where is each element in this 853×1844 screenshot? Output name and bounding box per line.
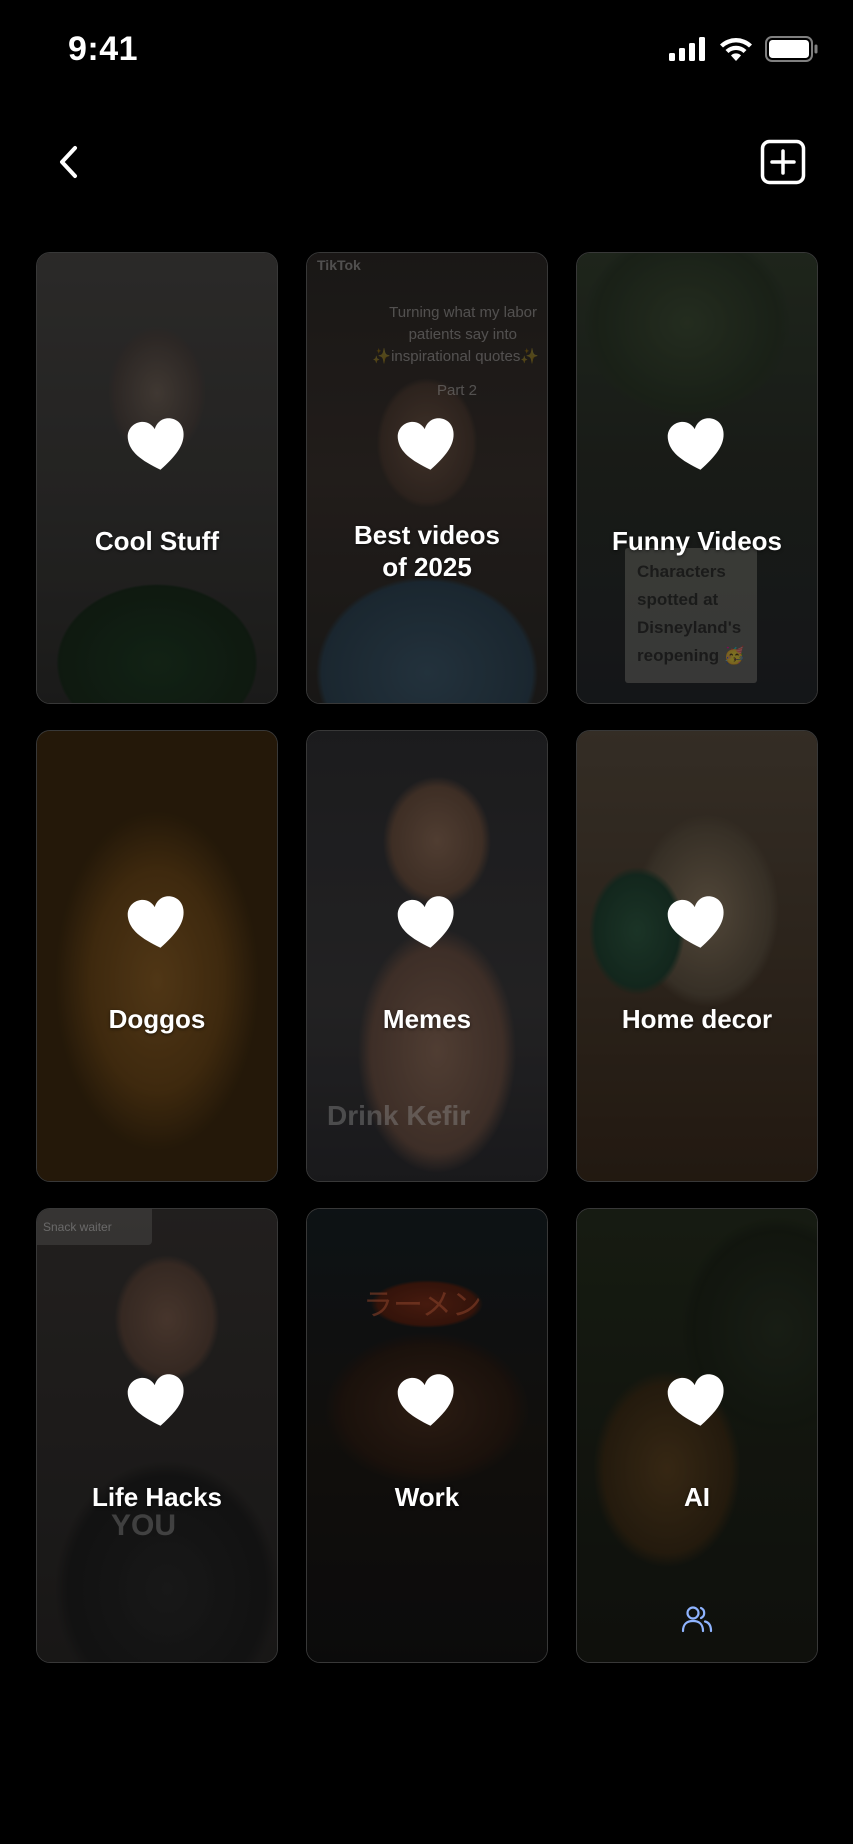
collection-card[interactable]: Characters spotted at Disneyland's reope… — [576, 252, 818, 704]
heart-icon — [667, 896, 724, 948]
collection-card[interactable]: Drink Kefir Memes — [306, 730, 548, 1182]
top-bar — [0, 130, 853, 200]
heart-icon — [397, 418, 454, 470]
collection-card[interactable]: AI — [576, 1208, 818, 1663]
back-button[interactable] — [44, 138, 92, 186]
chevron-left-icon — [60, 146, 77, 178]
plus-square-icon — [760, 139, 806, 185]
heart-icon — [397, 1374, 454, 1426]
heart-icon — [127, 896, 184, 948]
collection-label: AI — [684, 1482, 710, 1512]
wifi-icon — [720, 38, 752, 61]
collection-card[interactable]: Doggos — [36, 730, 278, 1182]
collection-label: Work — [394, 1482, 460, 1512]
shared-people-icon — [681, 1606, 713, 1633]
collection-card[interactable]: Cool Stuff — [36, 252, 278, 704]
collection-label: Funny Videos — [612, 526, 782, 556]
status-icons — [669, 36, 819, 62]
heart-icon — [667, 1374, 724, 1426]
collection-label: Doggos — [108, 1004, 206, 1034]
heart-icon — [667, 418, 724, 470]
status-bar: 9:41 — [0, 0, 853, 100]
heart-icon — [127, 418, 184, 470]
collection-card[interactable]: ラーメン Work — [306, 1208, 548, 1663]
collection-label: Cool Stuff — [94, 526, 220, 556]
heart-icon — [127, 1374, 184, 1426]
collection-label: Life Hacks — [91, 1482, 223, 1512]
collection-card[interactable]: Home decor — [576, 730, 818, 1182]
battery-icon — [765, 36, 818, 62]
collection-label: Memes — [382, 1004, 472, 1034]
add-collection-button[interactable] — [757, 136, 809, 188]
collection-label: Best videos of 2025 — [354, 520, 500, 582]
cellular-signal-icon — [669, 37, 705, 61]
status-time: 9:41 — [68, 30, 139, 68]
collection-label: Home decor — [621, 1004, 773, 1034]
collection-card[interactable]: Snack waiter YOU Life Hacks — [36, 1208, 278, 1663]
heart-icon — [397, 896, 454, 948]
collection-card[interactable]: TikTok Turning what my labor patients sa… — [306, 252, 548, 704]
collections-grid: Cool Stuff TikTok Turning what my labor … — [36, 252, 818, 1663]
